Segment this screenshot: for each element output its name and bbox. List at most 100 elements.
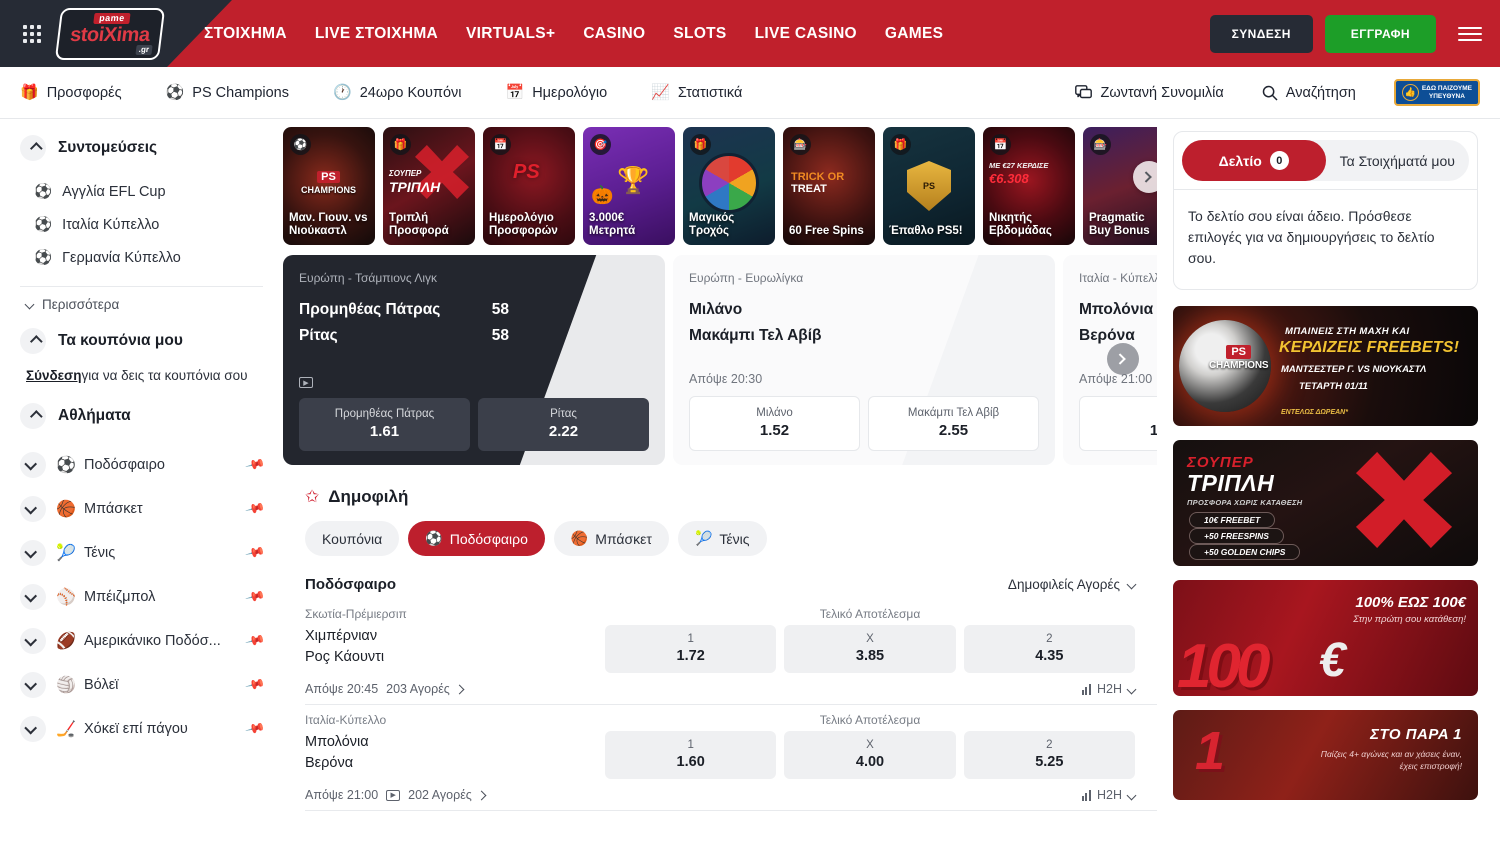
h2h-button[interactable]: H2H [1082,788,1135,802]
sidebar-sport-american-football[interactable]: 🏈 Αμερικάνικο Ποδόσ... 📌 [20,619,263,663]
subnav-item-24h-coupon[interactable]: 🕐 24ωρο Κουπόνι [333,85,462,101]
nav-item-casino[interactable]: CASINO [583,25,645,43]
sidebar-sport-football[interactable]: ⚽ Ποδόσφαιρο 📌 [20,443,263,487]
sidebar-sport-volleyball[interactable]: 🏐 Βόλεϊ 📌 [20,663,263,707]
promo-tile-magic-wheel[interactable]: 🎁 Μαγικός Τροχός [683,127,775,245]
odd-button-away[interactable]: Ρίτας 2.22 [478,398,649,451]
subnav-item-statistics[interactable]: 📈 Στατιστικά [651,85,742,101]
odd-button-home[interactable]: Προμηθέας Πάτρας 1.61 [299,398,470,451]
login-button[interactable]: ΣΥΝΔΕΣΗ [1210,15,1313,53]
promo-tile-3000-cash[interactable]: 🏆 🎃 🎯 3.000€ Μετρητά [583,127,675,245]
nav-item-stoixima[interactable]: ΣΤΟΙΧΗΜΑ [204,25,287,43]
chevron-right-icon[interactable] [454,684,464,694]
odd-button-1[interactable]: 1 1.72 [605,625,776,673]
featured-match-card-milano[interactable]: Ευρώπη - Ευρωλίγκα Μιλάνο Μακάμπι Τελ Αβ… [673,255,1055,465]
tab-betslip[interactable]: Δελτίο 0 [1182,140,1326,181]
chevron-down-icon[interactable] [20,716,46,742]
responsible-gaming-badge[interactable]: 👍 ΕΔΩ ΠΑΙΖΟΥΜΕ ΥΠΕΥΘΥΝΑ [1394,79,1480,106]
promo-tile-man-utd[interactable]: ⚽ PS CHAMPIONS Μαν. Γιουν. vs Νιούκαστλ [283,127,375,245]
pin-icon[interactable]: 📌 [244,718,266,740]
chevron-right-icon[interactable] [476,790,486,800]
pin-icon[interactable]: 📌 [244,542,266,564]
sidebar-more-button[interactable]: Περισσότερα [20,297,263,312]
chevron-down-icon[interactable] [20,540,46,566]
chevron-down-icon[interactable] [20,584,46,610]
stream-icon[interactable]: ▶ [386,790,400,801]
match-carousel-next-button[interactable] [1107,343,1139,375]
sidebar-item-germania-kypello[interactable]: ⚽ Γερμανία Κύπελλο [20,241,263,274]
stream-icon[interactable]: ▶ [299,377,313,388]
tab-basketball[interactable]: 🏀 Μπάσκετ [554,521,669,556]
search-button[interactable]: Αναζήτηση [1262,85,1356,101]
register-button[interactable]: ΕΓΓΡΑΦΗ [1325,15,1436,53]
match-row-markets-count[interactable]: 202 Αγορές [408,788,472,802]
promo-tile-triple-offer[interactable]: ΣΟΥΠΕΡ ΤΡΙΠΛΗ 🎁 Τριπλή Προσφορά [383,127,475,245]
nav-item-virtuals[interactable]: VIRTUALS+ [466,25,555,43]
featured-match-card-live[interactable]: Ευρώπη - Τσάμπιονς Λιγκ Προμηθέας Πάτρας… [283,255,665,465]
site-logo[interactable]: pame stoiXima .gr [55,8,165,60]
nav-item-live-casino[interactable]: LIVE CASINO [755,25,857,43]
subnav-item-ps-champions[interactable]: ⚽ PS Champions [166,85,289,101]
promo-line-1: 3.000€ [589,212,669,225]
banner-100-bonus[interactable]: 100 € 100% ΕΩΣ 100€ Στην πρώτη σου κατάθ… [1173,580,1478,696]
apps-grid-icon[interactable] [18,25,46,43]
sports-header[interactable]: Αθλήματα [20,403,263,429]
promo-tile-calendar[interactable]: PS 📅 Ημερολόγιο Προσφορών [483,127,575,245]
tab-football[interactable]: ⚽ Ποδόσφαιρο [408,521,545,556]
subnav-item-offers[interactable]: 🎁 Προσφορές [20,85,122,101]
tab-my-bets[interactable]: Τα Στοιχήματά μου [1326,140,1470,181]
tab-coupons[interactable]: Κουπόνια [305,521,399,556]
match-row-markets-count[interactable]: 203 Αγορές [386,682,450,696]
odd-button-away[interactable]: Μακάμπι Τελ Αβίβ 2.55 [868,396,1039,451]
odd-button-home[interactable]: Μιλάνο 1.52 [689,396,860,451]
shortcuts-header[interactable]: Συντομεύσεις [20,135,263,161]
banner-ps-champions[interactable]: PS CHAMPIONS ΜΠΑΙΝΕΙΣ ΣΤΗ ΜΑΧΗ ΚΑΙ ΚΕΡΔΙ… [1173,306,1478,426]
odd-button-1[interactable]: 1 1.60 [605,731,776,779]
promo-tile-weekly-winner[interactable]: ΜΕ €27 ΚΕΡΔΙΣΕ €6.308 📅 Νικητής Εβδομάδα… [983,127,1075,245]
odd-button-2[interactable]: 2 4.35 [964,625,1135,673]
odd-button-x[interactable]: X 4.00 [784,731,955,779]
odd-button-2[interactable]: 2 5.25 [964,731,1135,779]
chevron-down-icon[interactable] [20,452,46,478]
chevron-down-icon[interactable] [20,672,46,698]
sidebar-sport-basketball[interactable]: 🏀 Μπάσκετ 📌 [20,487,263,531]
chevron-down-icon[interactable] [20,628,46,654]
h2h-button[interactable]: H2H [1082,682,1135,696]
odd-button-x[interactable]: X 3.85 [784,625,955,673]
featured-match-carousel: Ευρώπη - Τσάμπιονς Λιγκ Προμηθέας Πάτρας… [283,255,1157,465]
banner-super-tripli[interactable]: ΣΟΥΠΕΡ ΤΡΙΠΛΗ ΠΡΟΣΦΟΡΑ ΧΩΡΙΣ ΚΑΤΑΘΕΣΗ 10… [1173,440,1478,566]
coupons-login-link[interactable]: Σύνδεση [26,368,82,383]
match-row[interactable]: Ιταλία-Κύπελλο Μπολόνια Βερόνα Τελικό Απ… [305,705,1157,811]
sidebar-sport-tennis[interactable]: 🎾 Τένις 📌 [20,531,263,575]
sidebar-item-efl-cup[interactable]: ⚽ Αγγλία EFL Cup [20,175,263,208]
stats-bars-icon [1082,790,1091,801]
chevron-down-icon[interactable] [20,496,46,522]
pin-icon[interactable]: 📌 [244,498,266,520]
my-coupons-header[interactable]: Τα κουπόνια μου [20,328,263,354]
hamburger-menu-icon[interactable] [1458,27,1482,41]
nav-item-live-stoixima[interactable]: LIVE ΣΤΟΙΧΗΜΑ [315,25,438,43]
nav-item-slots[interactable]: SLOTS [673,25,726,43]
match-row[interactable]: Σκωτία-Πρέμιερσιπ Χιμπέρνιαν Ροç Κάουντι… [305,599,1157,705]
nav-item-games[interactable]: GAMES [885,25,943,43]
promo-tile-ps5-prize[interactable]: PS 🎁 Έπαθλο PS5! [883,127,975,245]
subnav-item-calendar[interactable]: 📅 Ημερολόγιο [506,85,608,101]
sidebar-item-italia-kypello[interactable]: ⚽ Ιταλία Κύπελλο [20,208,263,241]
markets-selector[interactable]: Δημοφιλείς Αγορές [1008,577,1135,592]
match-row-league: Σκωτία-Πρέμιερσιπ [305,607,605,621]
banner-line-5: ΕΝΤΕΛΩΣ ΔΩΡΕΑΝ* [1281,409,1348,416]
pin-icon[interactable]: 📌 [244,454,266,476]
match-row-partial[interactable] [305,811,1157,844]
pin-icon[interactable]: 📌 [244,674,266,696]
ps-badge: PS [1226,345,1251,359]
sidebar-sport-baseball[interactable]: ⚾ Μπέιζμπολ 📌 [20,575,263,619]
promo-tile-60-free-spins[interactable]: TRICK OR TREAT 🎰 60 Free Spins [783,127,875,245]
banner-sto-para-1[interactable]: 1 ΣΤΟ ΠΑΡΑ 1 Παίζεις 4+ αγώνες και αν χά… [1173,710,1478,800]
pin-icon[interactable]: 📌 [244,630,266,652]
tab-tennis[interactable]: 🎾 Τένις [678,521,767,556]
pin-icon[interactable]: 📌 [244,586,266,608]
sidebar-sport-ice-hockey[interactable]: 🏒 Χόκεϊ επί πάγου 📌 [20,707,263,751]
odd-button-1[interactable]: 1 1.60 [1079,396,1157,451]
promo-carousel-next-button[interactable] [1133,161,1157,193]
live-chat-button[interactable]: Ζωντανή Συνομιλία [1075,85,1223,101]
